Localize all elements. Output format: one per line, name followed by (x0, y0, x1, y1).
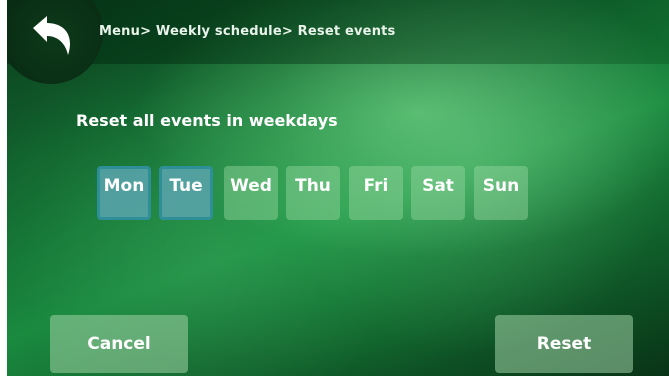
page-heading: Reset all events in weekdays (76, 111, 338, 130)
breadcrumb: Menu> Weekly schedule> Reset events (99, 24, 396, 39)
cancel-button[interactable]: Cancel (50, 315, 188, 373)
thermostat-screen: Menu> Weekly schedule> Reset events Rese… (7, 0, 669, 376)
day-wed[interactable]: Wed (224, 166, 278, 220)
day-sat[interactable]: Sat (411, 166, 465, 220)
day-tue[interactable]: Tue (159, 166, 213, 220)
header-bar: Menu> Weekly schedule> Reset events (7, 0, 669, 84)
reset-button[interactable]: Reset (495, 315, 633, 373)
day-mon[interactable]: Mon (97, 166, 151, 220)
day-fri[interactable]: Fri (349, 166, 403, 220)
back-button[interactable] (7, 0, 103, 84)
day-thu[interactable]: Thu (286, 166, 340, 220)
back-arrow-icon (33, 16, 70, 55)
day-sun[interactable]: Sun (474, 166, 528, 220)
